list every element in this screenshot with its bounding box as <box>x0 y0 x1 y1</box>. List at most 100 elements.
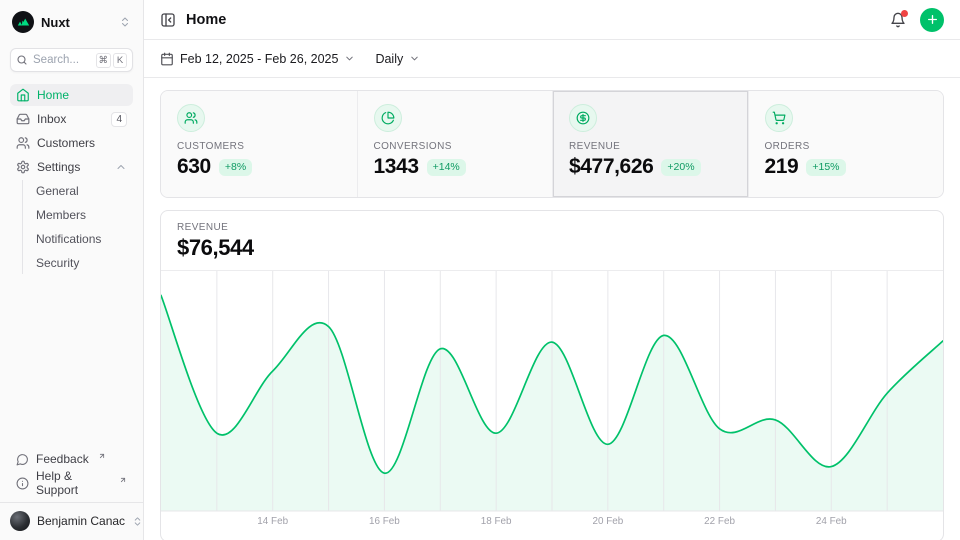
page-title: Home <box>186 12 226 28</box>
revenue-area-chart[interactable]: 14 Feb 16 Feb 18 Feb 20 Feb 22 Feb 24 Feb <box>161 271 943 529</box>
stat-label: CUSTOMERS <box>177 141 341 152</box>
user-name: Benjamin Canac <box>37 514 125 528</box>
filter-toolbar: Feb 12, 2025 - Feb 26, 2025 Daily <box>144 40 960 78</box>
avatar <box>10 511 30 531</box>
chevron-down-icon <box>344 53 355 64</box>
stat-value: 630 <box>177 155 211 179</box>
sidebar-subitem-label: Members <box>36 208 86 222</box>
stat-card-orders[interactable]: ORDERS 219 +15% <box>748 91 944 197</box>
x-axis-label: 20 Feb <box>592 516 623 527</box>
inbox-icon <box>16 112 30 126</box>
stat-value: $477,626 <box>569 155 653 179</box>
sidebar-subitem-label: General <box>36 184 79 198</box>
x-axis-label: 24 Feb <box>816 516 847 527</box>
main-area: Home Feb 12, 2 <box>144 0 960 540</box>
stat-delta-badge: +15% <box>806 159 845 176</box>
user-section: Benjamin Canac <box>0 502 143 540</box>
chat-bubble-icon <box>16 453 29 466</box>
stat-card-revenue[interactable]: REVENUE $477,626 +20% <box>552 91 748 197</box>
users-icon <box>177 104 205 132</box>
x-axis-label: 18 Feb <box>481 516 512 527</box>
external-link-icon <box>119 476 127 484</box>
nuxt-logo-icon <box>12 11 34 33</box>
sidebar-nav: Home Inbox 4 Customers Settings <box>10 84 133 276</box>
sidebar-item-feedback[interactable]: Feedback <box>10 448 133 470</box>
add-button[interactable] <box>920 8 944 32</box>
inbox-count-badge: 4 <box>111 112 127 127</box>
sidebar-footer: Feedback Help & Support Benjamin Canac <box>10 448 133 540</box>
stats-row: CUSTOMERS 630 +8% CONVERSIONS 1343 +14% <box>160 90 944 198</box>
date-range-picker[interactable]: Feb 12, 2025 - Feb 26, 2025 <box>160 52 355 66</box>
workspace-name: Nuxt <box>41 15 70 30</box>
stat-card-conversions[interactable]: CONVERSIONS 1343 +14% <box>357 91 553 197</box>
chevrons-up-down-icon <box>119 16 131 28</box>
x-axis-label: 22 Feb <box>704 516 735 527</box>
sidebar-item-label: Home <box>37 88 69 102</box>
stat-delta-badge: +8% <box>219 159 252 176</box>
chevrons-up-down-icon <box>132 516 143 527</box>
kbd-k: K <box>113 53 127 68</box>
sidebar-subitem-label: Security <box>36 256 79 270</box>
sidebar-item-notifications[interactable]: Notifications <box>32 228 133 250</box>
notification-dot <box>901 10 908 17</box>
period-select[interactable]: Daily <box>375 52 420 66</box>
page-header: Home <box>144 0 960 40</box>
pie-chart-icon <box>374 104 402 132</box>
settings-subnav: General Members Notifications Security <box>22 180 133 274</box>
app-window: Nuxt Search... ⌘ K Home <box>0 0 960 540</box>
shopping-cart-icon <box>765 104 793 132</box>
chart-metric-label: REVENUE <box>177 222 927 233</box>
workspace-switcher[interactable]: Nuxt <box>10 10 133 34</box>
period-value: Daily <box>375 52 403 66</box>
sidebar-item-help-support[interactable]: Help & Support <box>10 472 133 494</box>
sidebar-item-home[interactable]: Home <box>10 84 133 106</box>
stat-label: CONVERSIONS <box>374 141 537 152</box>
user-menu-button[interactable]: Benjamin Canac <box>10 510 133 532</box>
sidebar: Nuxt Search... ⌘ K Home <box>0 0 144 540</box>
stat-card-customers[interactable]: CUSTOMERS 630 +8% <box>161 91 357 197</box>
sidebar-item-members[interactable]: Members <box>32 204 133 226</box>
kbd-cmd: ⌘ <box>96 53 112 68</box>
sidebar-collapse-button[interactable] <box>160 12 176 28</box>
sidebar-item-customers[interactable]: Customers <box>10 132 133 154</box>
panel-left-close-icon <box>160 12 176 28</box>
sidebar-item-settings[interactable]: Settings <box>10 156 133 178</box>
sidebar-item-label: Settings <box>37 160 80 174</box>
search-icon <box>16 54 28 66</box>
sidebar-item-label: Customers <box>37 136 95 150</box>
info-circle-icon <box>16 477 29 490</box>
stat-value: 219 <box>765 155 799 179</box>
sidebar-item-label: Feedback <box>36 452 89 466</box>
stat-value: 1343 <box>374 155 419 179</box>
users-icon <box>16 136 30 150</box>
search-placeholder: Search... <box>33 54 79 66</box>
home-icon <box>16 88 30 102</box>
sidebar-item-label: Inbox <box>37 112 66 126</box>
sidebar-item-inbox[interactable]: Inbox 4 <box>10 108 133 130</box>
gear-icon <box>16 160 30 174</box>
search-input[interactable]: Search... ⌘ K <box>10 48 133 72</box>
notifications-button[interactable] <box>890 12 906 28</box>
calendar-icon <box>160 52 174 66</box>
header-actions <box>890 8 944 32</box>
stat-delta-badge: +14% <box>427 159 466 176</box>
sidebar-subitem-label: Notifications <box>36 232 101 246</box>
stat-delta-badge: +20% <box>661 159 700 176</box>
x-axis-label: 16 Feb <box>369 516 400 527</box>
external-link-icon <box>98 452 106 460</box>
x-axis-label: 14 Feb <box>257 516 288 527</box>
sidebar-item-security[interactable]: Security <box>32 252 133 274</box>
plus-icon <box>926 13 939 26</box>
chart-header: REVENUE $76,544 <box>161 211 943 271</box>
search-shortcut: ⌘ K <box>96 53 128 68</box>
chevron-up-icon <box>115 161 127 173</box>
revenue-chart-card: REVENUE $76,544 14 Feb 16 Feb 18 Feb 20 Feb… <box>160 210 944 540</box>
dollar-circle-icon <box>569 104 597 132</box>
chart-metric-value: $76,544 <box>177 235 927 261</box>
stat-label: REVENUE <box>569 141 732 152</box>
sidebar-item-label: Help & Support <box>36 469 110 497</box>
chevron-down-icon <box>409 53 420 64</box>
date-range-value: Feb 12, 2025 - Feb 26, 2025 <box>180 52 338 66</box>
sidebar-item-general[interactable]: General <box>32 180 133 202</box>
dashboard-content: CUSTOMERS 630 +8% CONVERSIONS 1343 +14% <box>144 78 960 540</box>
